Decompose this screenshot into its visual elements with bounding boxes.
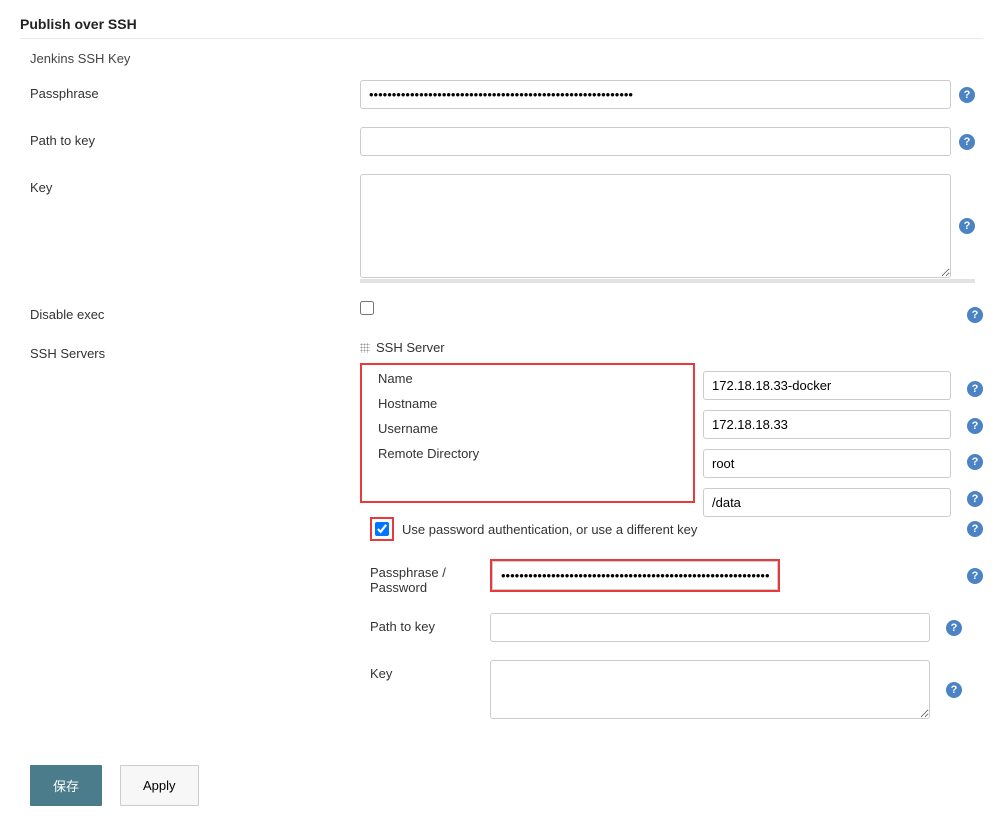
highlight-box-password <box>490 559 780 592</box>
help-icon[interactable]: ? <box>959 218 975 234</box>
resize-divider[interactable] <box>360 279 975 283</box>
server-hostname-input[interactable] <box>703 410 951 439</box>
label-server-name: Name <box>368 371 498 386</box>
passphrase-input[interactable] <box>360 80 951 109</box>
server-remote-dir-input[interactable] <box>703 488 951 517</box>
row-server-path-to-key: Path to key ? <box>360 613 983 642</box>
help-icon[interactable]: ? <box>946 682 962 698</box>
label-disable-exec: Disable exec <box>20 301 360 322</box>
row-path-to-key: Path to key ? <box>20 127 983 156</box>
row-ssh-servers: SSH Servers SSH Server Name Hostname Use… <box>20 340 983 737</box>
server-key-textarea[interactable] <box>490 660 930 719</box>
highlight-box-server-fields: Name Hostname Username Remote Directory <box>360 363 695 503</box>
label-server-key: Key <box>360 660 490 681</box>
label-ssh-servers: SSH Servers <box>20 340 360 361</box>
help-icon[interactable]: ? <box>967 454 983 470</box>
label-server-username: Username <box>368 421 498 436</box>
disable-exec-checkbox[interactable] <box>360 301 374 315</box>
label-use-password-auth: Use password authentication, or use a di… <box>402 522 697 537</box>
server-path-to-key-input[interactable] <box>490 613 930 642</box>
server-passphrase-input[interactable] <box>492 561 778 590</box>
help-icon[interactable]: ? <box>967 491 983 507</box>
ssh-server-heading-row: SSH Server <box>360 340 983 355</box>
footer-buttons: 保存 Apply <box>20 765 983 806</box>
save-button[interactable]: 保存 <box>30 765 102 806</box>
server-username-input[interactable] <box>703 449 951 478</box>
label-path-to-key: Path to key <box>20 127 360 148</box>
row-use-password-auth: Use password authentication, or use a di… <box>360 517 983 541</box>
apply-button[interactable]: Apply <box>120 765 199 806</box>
row-server-key: Key ? <box>360 660 983 719</box>
label-server-path-to-key: Path to key <box>360 613 490 634</box>
label-server-passphrase: Passphrase / Password <box>360 559 490 595</box>
drag-handle-icon[interactable] <box>360 343 370 353</box>
row-key: Key ? <box>20 174 983 283</box>
server-name-input[interactable] <box>703 371 951 400</box>
label-server-hostname: Hostname <box>368 396 498 411</box>
row-server-passphrase: Passphrase / Password ? <box>360 559 983 595</box>
help-icon[interactable]: ? <box>959 87 975 103</box>
label-server-remote-dir: Remote Directory <box>368 446 498 461</box>
subsection-label: Jenkins SSH Key <box>20 47 983 70</box>
highlight-box-checkbox <box>370 517 394 541</box>
help-icon[interactable]: ? <box>967 521 983 537</box>
use-password-auth-checkbox[interactable] <box>375 522 389 536</box>
help-icon[interactable]: ? <box>967 307 983 323</box>
help-icon[interactable]: ? <box>946 620 962 636</box>
ssh-server-heading: SSH Server <box>376 340 445 355</box>
help-icon[interactable]: ? <box>967 381 983 397</box>
row-disable-exec: Disable exec ? <box>20 301 983 322</box>
help-icon[interactable]: ? <box>959 134 975 150</box>
help-icon[interactable]: ? <box>967 418 983 434</box>
help-icon[interactable]: ? <box>967 568 983 584</box>
label-passphrase: Passphrase <box>20 80 360 101</box>
row-passphrase: Passphrase ? <box>20 80 983 109</box>
path-to-key-input[interactable] <box>360 127 951 156</box>
section-title: Publish over SSH <box>20 10 983 39</box>
key-textarea[interactable] <box>360 174 951 278</box>
label-key: Key <box>20 174 360 195</box>
